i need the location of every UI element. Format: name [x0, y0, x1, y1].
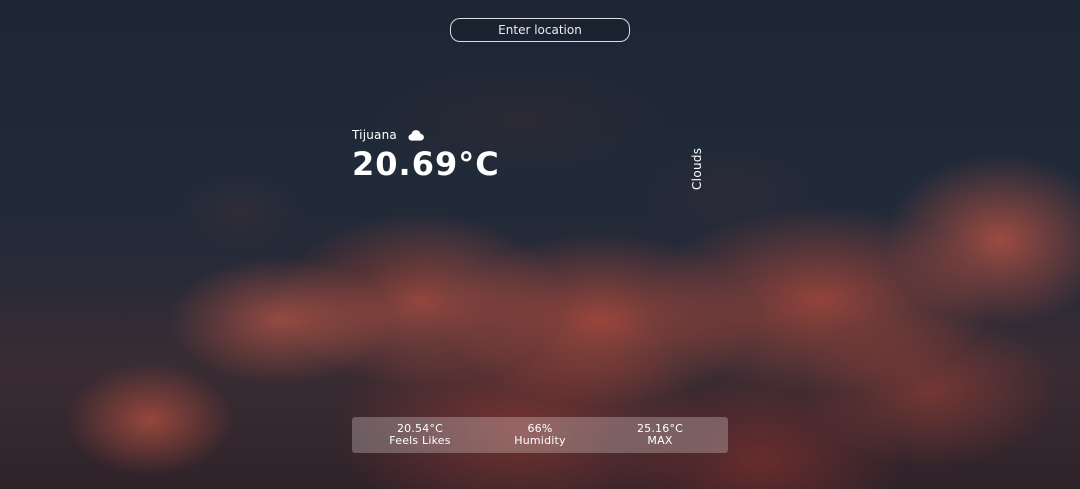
weather-condition: Clouds: [690, 147, 704, 190]
humidity-stat: 66% Humidity: [480, 423, 600, 446]
background-cloud-image: [0, 0, 1080, 489]
max-temp-stat: 25.16°C MAX: [600, 423, 720, 446]
current-weather-header: Tijuana 20.69°C: [352, 128, 500, 180]
feels-like-stat: 20.54°C Feels Likes: [360, 423, 480, 446]
search-container: [450, 18, 630, 42]
max-temp-label: MAX: [647, 434, 673, 447]
city-name: Tijuana: [352, 128, 397, 142]
current-temperature: 20.69°C: [352, 145, 500, 183]
feels-like-label: Feels Likes: [389, 434, 451, 447]
cloud-icon: [407, 128, 425, 142]
location-search-input[interactable]: [450, 18, 630, 42]
city-row: Tijuana: [352, 128, 500, 142]
humidity-label: Humidity: [514, 434, 566, 447]
weather-stats-bar: 20.54°C Feels Likes 66% Humidity 25.16°C…: [352, 417, 728, 453]
